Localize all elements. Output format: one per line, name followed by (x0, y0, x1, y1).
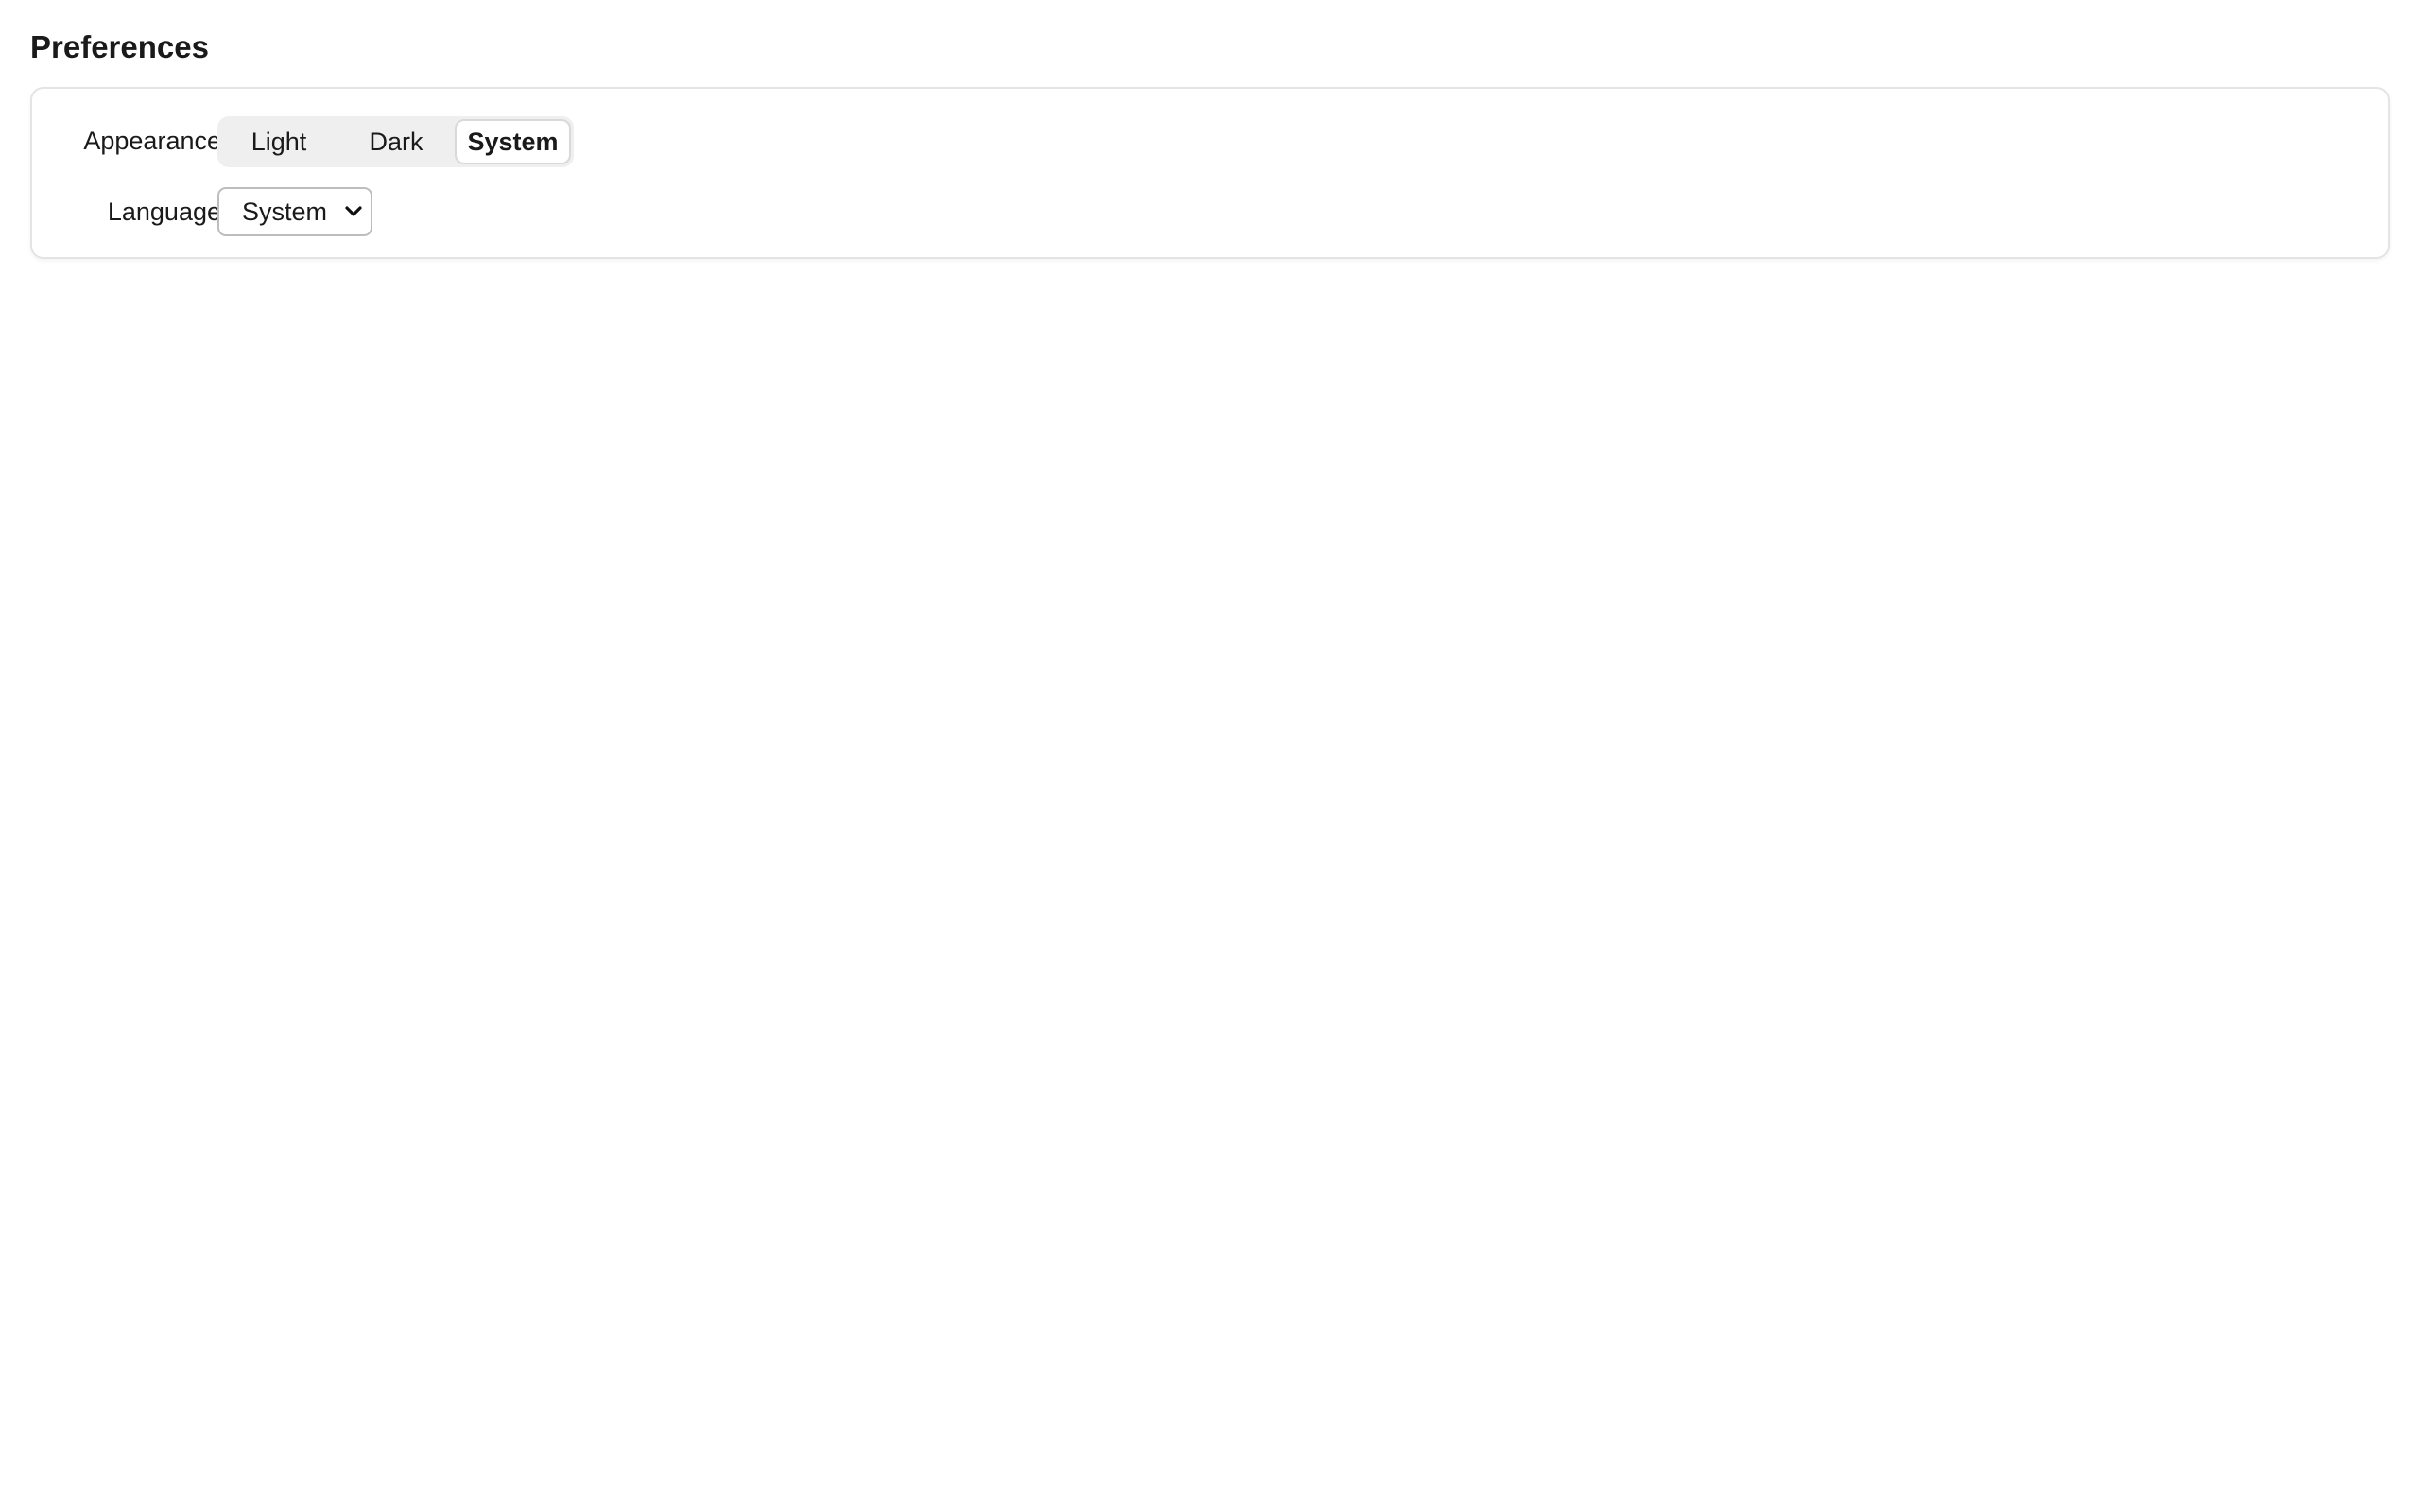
language-select[interactable]: System (217, 187, 372, 236)
appearance-label: Appearance (83, 127, 221, 155)
appearance-option-system[interactable]: System (455, 119, 571, 164)
language-select-value: System (242, 197, 328, 226)
language-label: Language (107, 198, 221, 226)
appearance-segmented-control: Light Dark System (217, 116, 574, 167)
page-title: Preferences (30, 29, 209, 64)
chevron-down-icon (337, 187, 371, 236)
appearance-option-dark[interactable]: Dark (337, 119, 455, 164)
preferences-card: Appearance Light Dark System Language Sy… (30, 87, 2390, 259)
appearance-option-light[interactable]: Light (220, 119, 337, 164)
